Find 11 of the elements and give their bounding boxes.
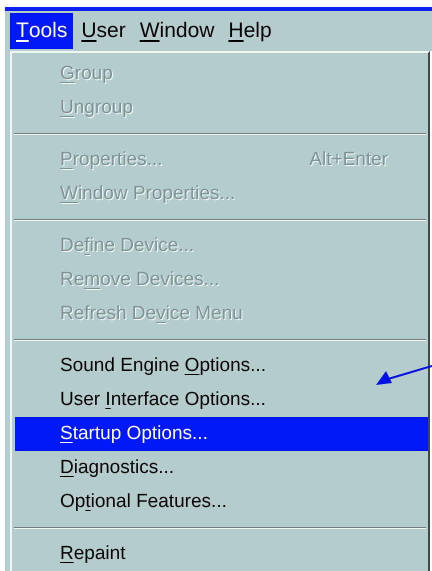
menu-item[interactable]: Sound Engine Options...: [15, 349, 428, 383]
menu-item[interactable]: Startup Options...: [15, 417, 428, 451]
menu-item[interactable]: Optional Features...: [15, 485, 428, 519]
menu-bar-item[interactable]: Help: [222, 13, 278, 49]
menu-item[interactable]: Diagnostics...: [15, 451, 428, 485]
menu-item[interactable]: User Interface Options...: [15, 383, 428, 417]
annotation-arrow: [376, 365, 432, 386]
menu-bar-item[interactable]: Tools: [10, 13, 74, 49]
menu-bar-item[interactable]: User: [75, 13, 132, 49]
menu-bar-item[interactable]: Window: [134, 13, 220, 49]
menu-item[interactable]: Repaint: [15, 537, 428, 571]
